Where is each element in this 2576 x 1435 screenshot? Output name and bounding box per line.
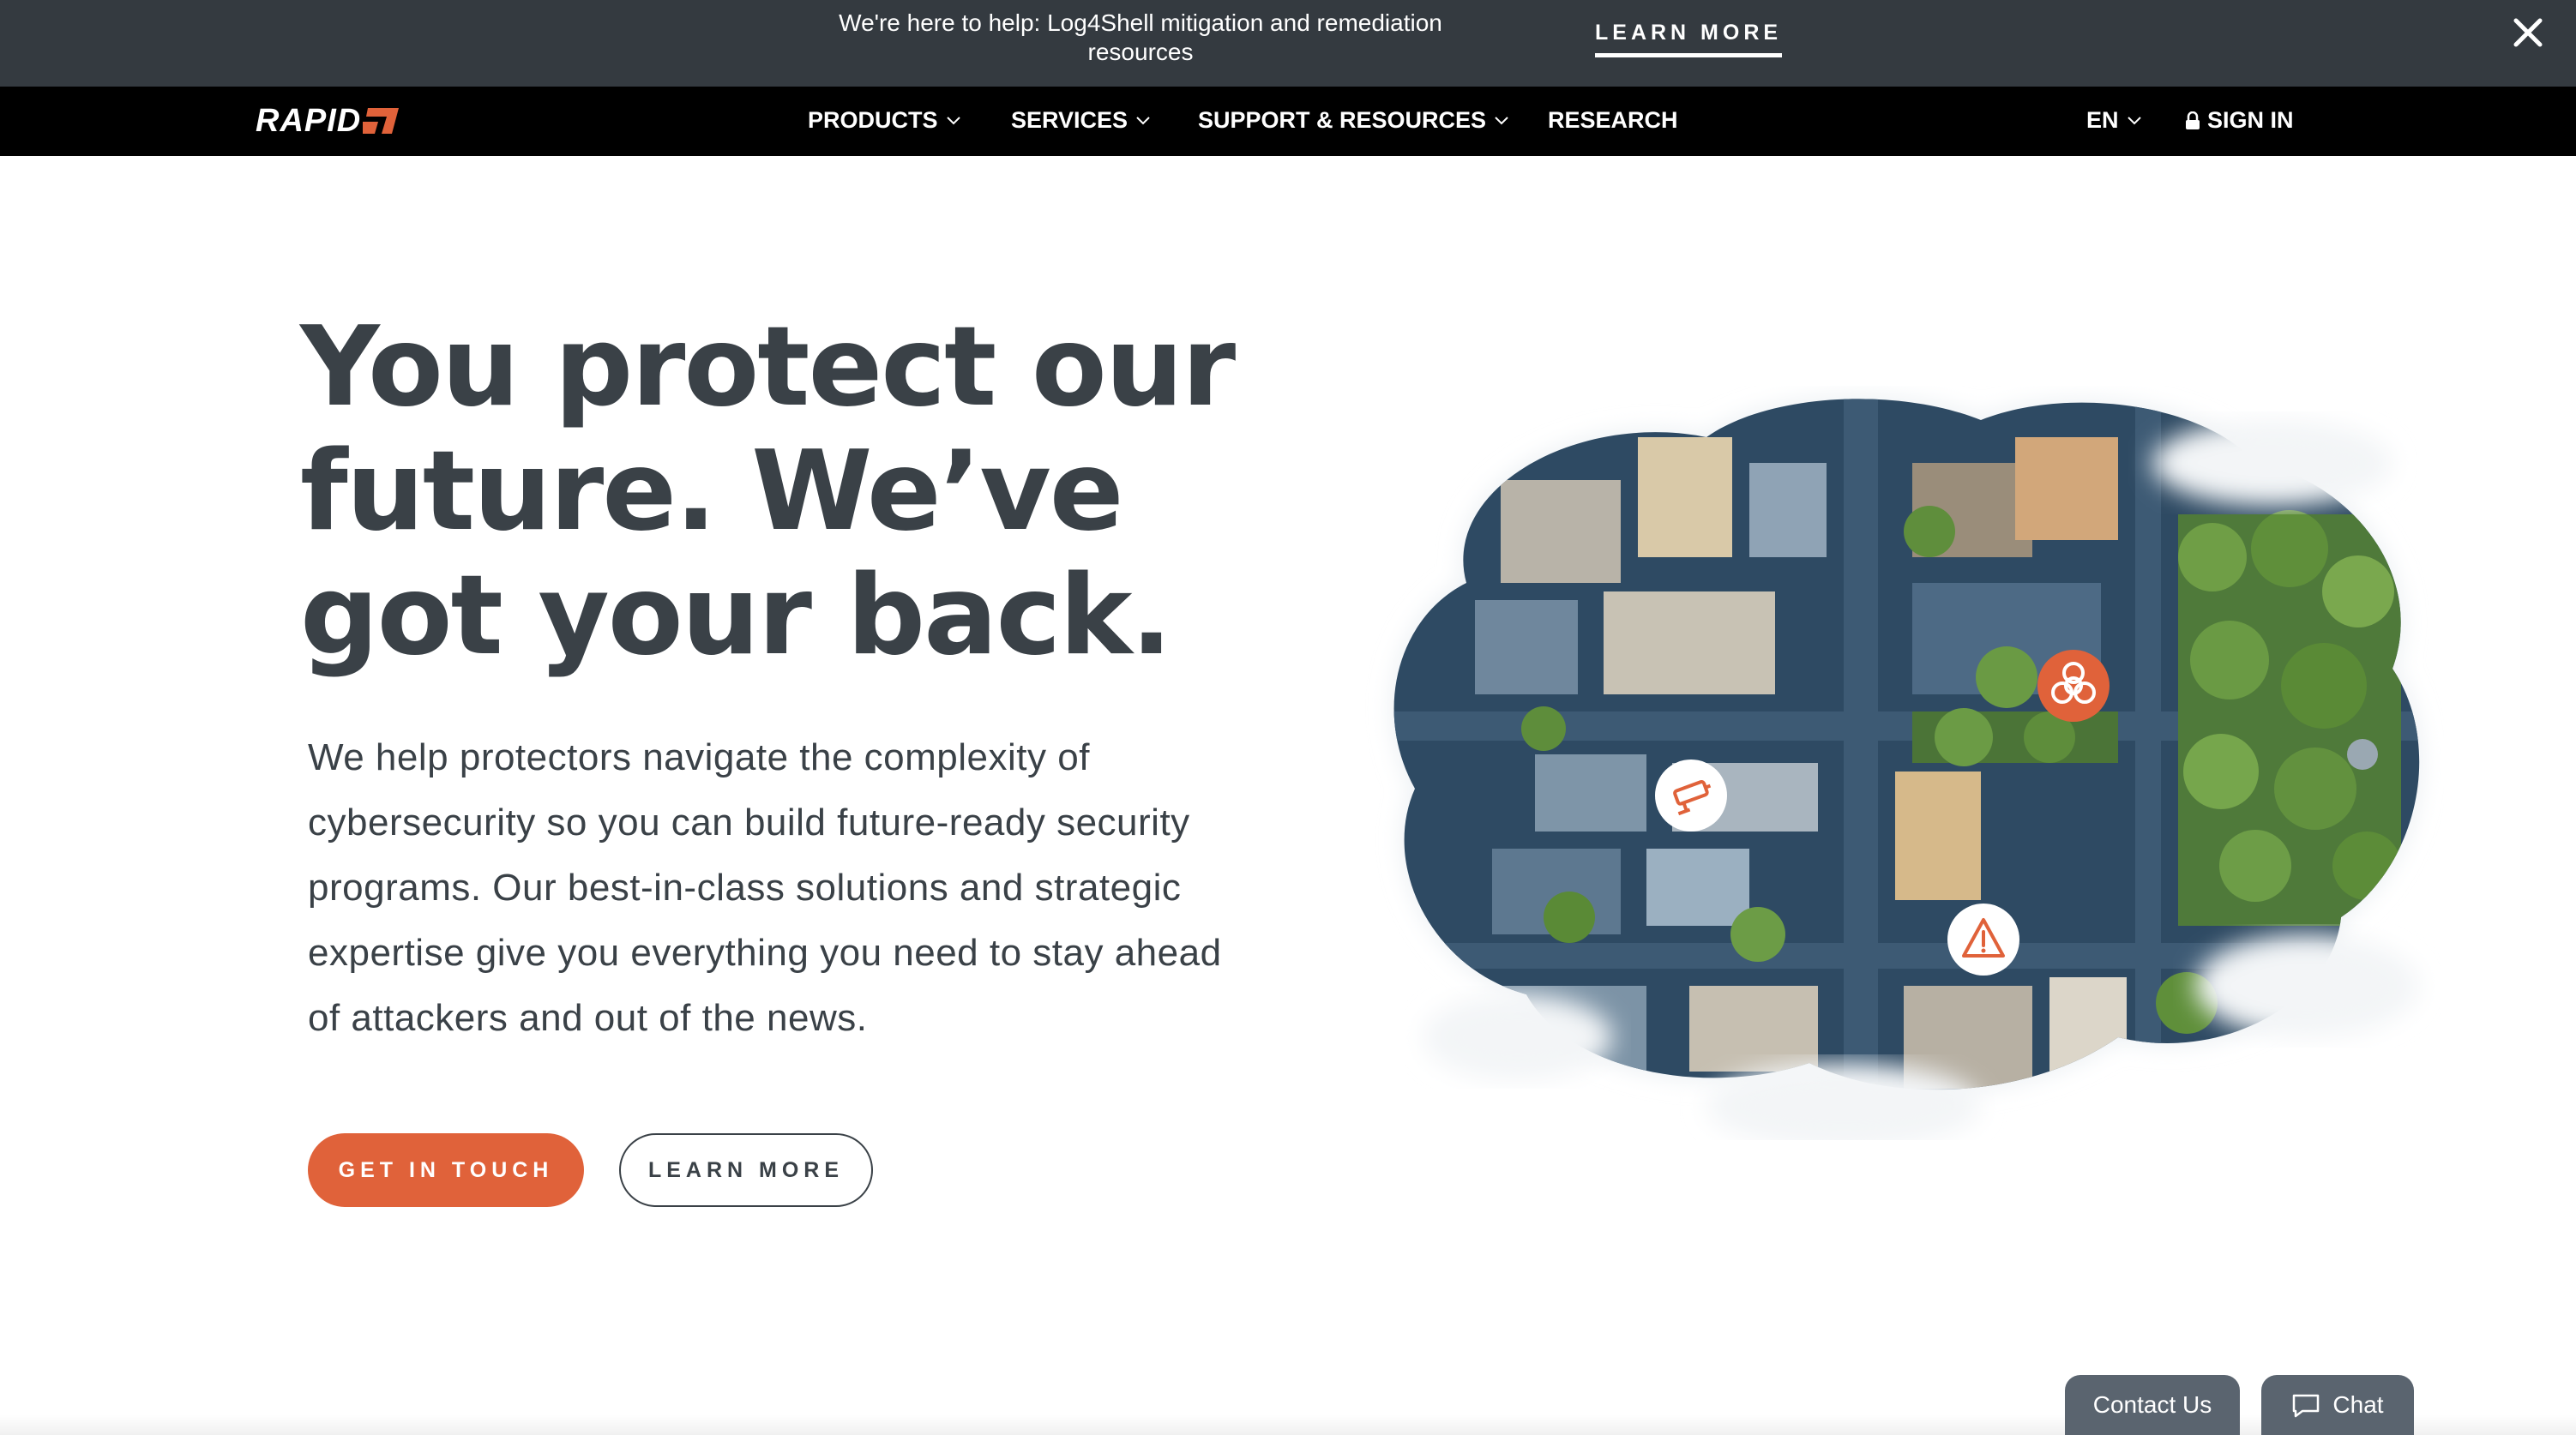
nav-support-resources[interactable]: SUPPORT & RESOURCES <box>1198 107 1509 134</box>
warning-icon[interactable] <box>1947 903 2020 976</box>
chevron-down-icon <box>946 116 960 124</box>
nav-research[interactable]: RESEARCH <box>1548 107 1678 134</box>
close-icon[interactable] <box>2507 12 2549 53</box>
chat-tab[interactable]: Chat <box>2261 1375 2414 1435</box>
sign-in-label: SIGN IN <box>2207 107 2294 133</box>
lock-icon <box>2186 111 2200 129</box>
hero-lead-paragraph: We help protectors navigate the complexi… <box>308 736 1222 1039</box>
biohazard-icon[interactable] <box>2037 649 2110 723</box>
announcement-bar: We're here to help: Log4Shell mitigation… <box>0 0 2576 87</box>
city-aerial-illustration <box>1393 399 2420 1140</box>
language-selector[interactable]: EN <box>2086 107 2142 134</box>
chevron-down-icon <box>1136 116 1150 124</box>
headline-line: You protect our <box>300 303 1236 431</box>
main-nav: RAPID 7 PRODUCTS SERVICES SUPPORT & RESO… <box>0 87 2576 156</box>
headline-line: future. We’ve <box>300 428 1124 555</box>
nav-support-label: SUPPORT & RESOURCES <box>1198 107 1487 133</box>
announcement-learn-more-link[interactable]: LEARN MORE <box>1595 21 1783 57</box>
announcement-text: We're here to help: Log4Shell mitigation… <box>839 9 1442 65</box>
rapid7-logo[interactable]: RAPID 7 <box>256 102 400 140</box>
learn-more-button[interactable]: LEARN MORE <box>619 1133 873 1207</box>
logo-mark-icon: 7 <box>363 108 400 134</box>
language-label: EN <box>2086 107 2119 133</box>
chat-bubble-icon <box>2293 1394 2320 1418</box>
nav-services-label: SERVICES <box>1011 107 1129 133</box>
chevron-down-icon <box>2127 116 2141 124</box>
nav-services[interactable]: SERVICES <box>1011 107 1151 134</box>
hero-headline: You protect our future. We’ve got your b… <box>300 305 1243 678</box>
contact-us-label: Contact Us <box>2092 1391 2212 1418</box>
nav-products[interactable]: PRODUCTS <box>808 107 961 134</box>
logo-text: RAPID <box>256 102 362 139</box>
get-in-touch-button[interactable]: GET IN TOUCH <box>308 1133 584 1207</box>
contact-us-tab[interactable]: Contact Us <box>2065 1375 2240 1435</box>
chevron-down-icon <box>1495 116 1508 124</box>
headline-line: got your back. <box>300 552 1172 680</box>
sign-in-link[interactable]: SIGN IN <box>2185 107 2294 134</box>
chat-label: Chat <box>2332 1391 2384 1418</box>
nav-research-label: RESEARCH <box>1548 107 1678 133</box>
security-camera-icon[interactable] <box>1654 759 1728 832</box>
nav-products-label: PRODUCTS <box>808 107 938 133</box>
